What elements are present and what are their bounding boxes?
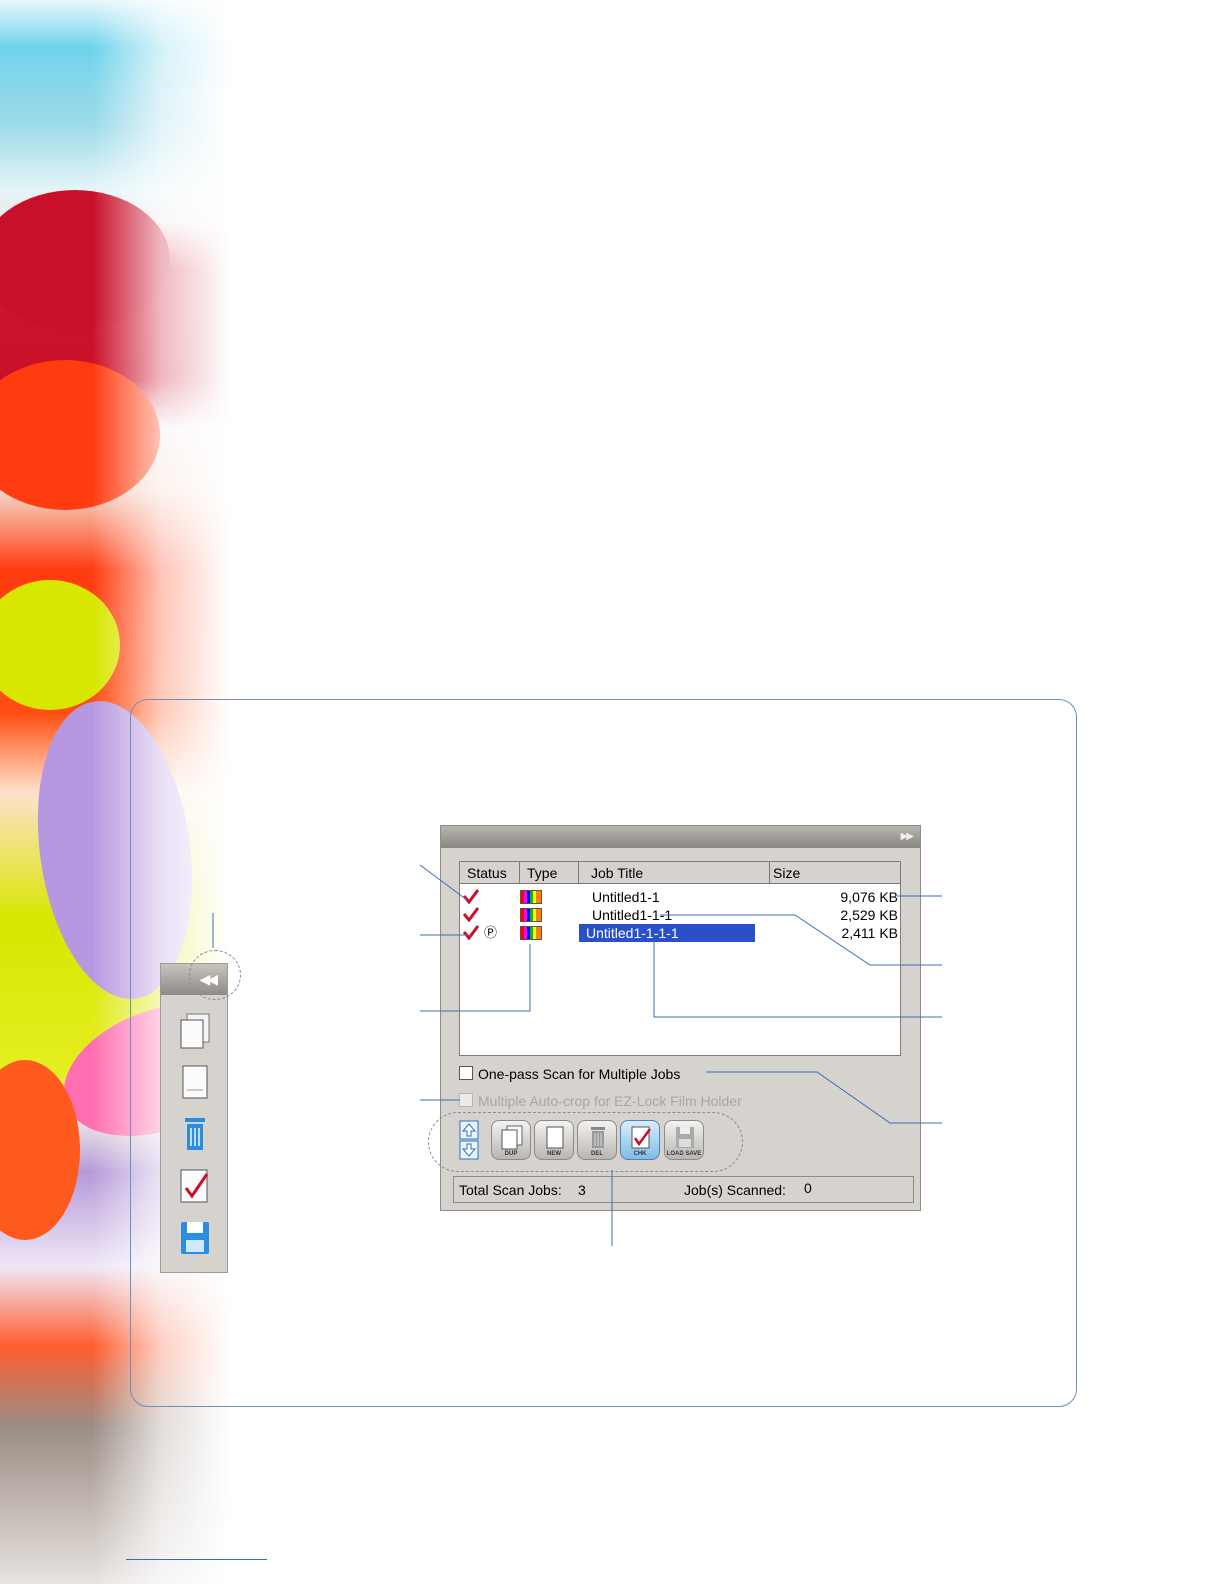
job-title-selected: Untitled1-1-1-1: [579, 924, 755, 942]
done-check-icon: [463, 889, 479, 904]
color-type-icon: [520, 890, 542, 904]
panel-title-bar: ▶▶: [441, 826, 920, 848]
delete-icon[interactable]: [177, 1114, 213, 1154]
total-jobs-label: Total Scan Jobs:: [459, 1182, 562, 1198]
column-size[interactable]: Size: [770, 862, 901, 884]
toolbar-callout-ring: [428, 1112, 743, 1172]
footer-rule: [126, 1559, 267, 1560]
done-check-icon: [463, 907, 479, 922]
table-row[interactable]: Ⓟ Untitled1-1-1-1 2,411 KB: [460, 924, 900, 942]
done-check-icon: [463, 925, 479, 940]
color-type-icon: [520, 926, 542, 940]
column-type[interactable]: Type: [520, 862, 579, 884]
collapse-arrows-icon[interactable]: ▶▶: [901, 831, 914, 842]
column-status[interactable]: Status: [460, 862, 520, 884]
duplicate-icon[interactable]: [177, 1012, 213, 1052]
callout-ring: [189, 950, 241, 1000]
job-list[interactable]: Status Type Job Title Size Untitled1-1 9…: [459, 861, 901, 1056]
job-size: 2,529 KB: [840, 907, 898, 923]
jobs-scanned-value: 0: [804, 1180, 812, 1196]
column-job-title[interactable]: Job Title: [579, 862, 770, 884]
auto-crop-label: Multiple Auto-crop for EZ-Lock Film Hold…: [478, 1093, 742, 1109]
job-size: 2,411 KB: [841, 925, 898, 941]
table-row[interactable]: Untitled1-1-1 2,529 KB: [460, 906, 900, 924]
list-header: Status Type Job Title Size: [460, 862, 901, 884]
total-jobs-value: 3: [578, 1182, 586, 1198]
job-title: Untitled1-1-1: [592, 907, 673, 923]
status-bar: Total Scan Jobs: 3 Job(s) Scanned: 0: [453, 1176, 914, 1203]
new-job-icon[interactable]: [177, 1062, 213, 1102]
save-icon[interactable]: [177, 1218, 213, 1258]
one-pass-label: One-pass Scan for Multiple Jobs: [478, 1066, 681, 1082]
job-size: 9,076 KB: [840, 889, 898, 905]
pending-tag-icon: Ⓟ: [484, 925, 498, 940]
color-type-icon: [520, 908, 542, 922]
checkbox-box[interactable]: [459, 1066, 473, 1080]
collapsed-job-toolbar: ◀◀: [160, 963, 228, 1273]
jobs-scanned-label: Job(s) Scanned:: [684, 1182, 786, 1198]
checkbox-box: [459, 1093, 473, 1107]
table-row[interactable]: Untitled1-1 9,076 KB: [460, 888, 900, 906]
job-title: Untitled1-1: [592, 889, 660, 905]
check-icon[interactable]: [177, 1166, 213, 1206]
